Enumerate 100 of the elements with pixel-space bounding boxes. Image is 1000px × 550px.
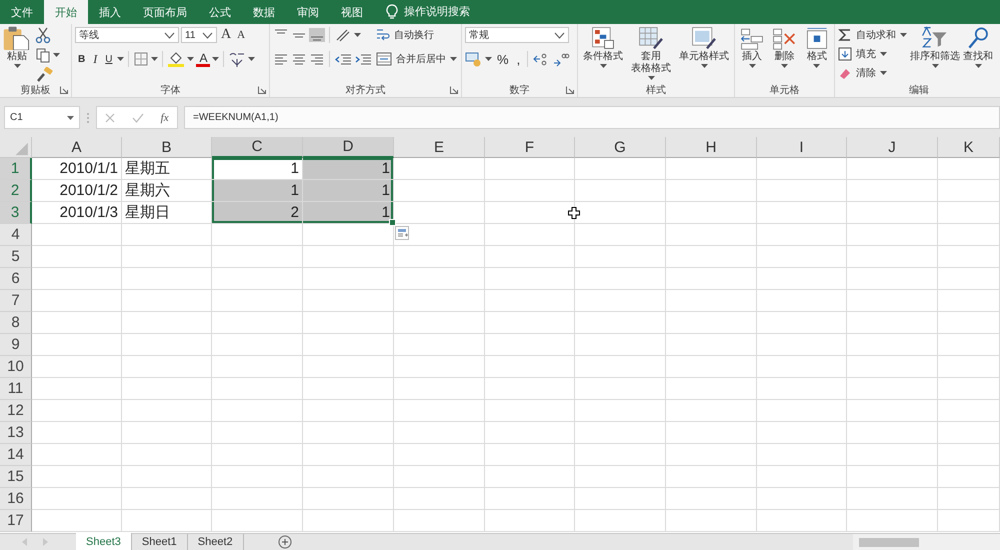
table-cell[interactable]	[575, 488, 666, 510]
sheet-tab[interactable]: Sheet2	[188, 534, 244, 550]
table-cell[interactable]	[212, 444, 303, 466]
table-cell[interactable]	[938, 488, 1000, 510]
column-header[interactable]: A	[32, 137, 122, 158]
table-cell[interactable]	[394, 488, 485, 510]
table-cell[interactable]: 2010/1/3	[32, 202, 122, 224]
format-painter-icon[interactable]	[35, 67, 53, 83]
table-cell[interactable]	[394, 202, 485, 224]
table-cell[interactable]	[757, 180, 847, 202]
ribbon-button[interactable]: 排序和筛选	[910, 26, 960, 68]
table-cell[interactable]	[575, 466, 666, 488]
table-cell[interactable]	[757, 334, 847, 356]
table-cell[interactable]	[212, 356, 303, 378]
border-icon[interactable]	[133, 51, 150, 67]
table-cell[interactable]	[122, 312, 212, 334]
table-cell[interactable]	[485, 378, 575, 400]
table-cell[interactable]: 2010/1/2	[32, 180, 122, 202]
column-header[interactable]: E	[394, 137, 485, 158]
table-cell[interactable]	[666, 444, 757, 466]
decrease-decimal-icon[interactable]	[552, 51, 570, 67]
formula-field[interactable]: =WEEKNUM(A1,1)	[184, 106, 1000, 129]
table-cell[interactable]	[847, 400, 938, 422]
column-header[interactable]: F	[485, 137, 575, 158]
table-cell[interactable]	[303, 312, 394, 334]
shrink-font-button[interactable]: A	[235, 29, 248, 41]
table-cell[interactable]	[666, 224, 757, 246]
table-cell[interactable]	[212, 312, 303, 334]
table-cell[interactable]	[122, 378, 212, 400]
table-cell[interactable]	[394, 378, 485, 400]
table-cell[interactable]	[938, 158, 1000, 180]
table-cell[interactable]	[394, 444, 485, 466]
row-header[interactable]: 17	[0, 510, 32, 532]
table-cell[interactable]	[847, 202, 938, 224]
table-cell[interactable]	[575, 356, 666, 378]
table-cell[interactable]	[122, 290, 212, 312]
ribbon-tab[interactable]: 数据	[242, 0, 286, 24]
caret-icon[interactable]	[53, 53, 60, 57]
align-left-icon[interactable]	[273, 52, 289, 66]
ribbon-button[interactable]: 合并后居中	[376, 52, 457, 66]
italic-button[interactable]: I	[90, 52, 100, 66]
table-cell[interactable]	[666, 334, 757, 356]
fill-color-icon[interactable]	[167, 51, 186, 67]
enter-icon[interactable]	[132, 112, 144, 122]
table-cell[interactable]	[485, 224, 575, 246]
ribbon-button[interactable]: 自动求和	[838, 28, 907, 42]
table-cell[interactable]	[485, 312, 575, 334]
underline-button[interactable]: U	[102, 54, 116, 64]
table-cell[interactable]	[757, 246, 847, 268]
table-cell[interactable]	[757, 510, 847, 532]
row-header[interactable]: 14	[0, 444, 32, 466]
sheet-tab[interactable]: Sheet3	[76, 533, 132, 550]
table-cell[interactable]	[938, 224, 1000, 246]
table-cell[interactable]: 2010/1/1	[32, 158, 122, 180]
column-header[interactable]: C	[212, 137, 303, 158]
caret-icon[interactable]	[151, 57, 158, 61]
table-cell[interactable]	[757, 202, 847, 224]
ribbon-button[interactable]: 单元格样式	[679, 26, 729, 68]
table-cell[interactable]	[575, 378, 666, 400]
table-cell[interactable]	[757, 268, 847, 290]
table-cell[interactable]	[847, 334, 938, 356]
search-field[interactable]: 操作说明搜索	[404, 6, 514, 18]
table-cell[interactable]	[212, 224, 303, 246]
phonetic-icon[interactable]	[228, 51, 246, 67]
column-header[interactable]: I	[757, 137, 847, 158]
table-cell[interactable]	[938, 466, 1000, 488]
column-header[interactable]: J	[847, 137, 938, 158]
table-cell[interactable]	[666, 356, 757, 378]
caret-icon[interactable]	[485, 57, 492, 61]
row-header[interactable]: 6	[0, 268, 32, 290]
table-cell[interactable]	[485, 356, 575, 378]
row-header[interactable]: 9	[0, 334, 32, 356]
add-sheet-icon[interactable]	[278, 535, 292, 549]
table-cell[interactable]	[32, 444, 122, 466]
scrollbar-thumb[interactable]	[859, 538, 919, 546]
table-cell[interactable]	[394, 224, 485, 246]
table-cell[interactable]	[303, 356, 394, 378]
copy-icon[interactable]	[35, 47, 51, 63]
table-cell[interactable]: 2	[212, 202, 303, 224]
table-cell[interactable]	[303, 466, 394, 488]
launcher-icon[interactable]	[258, 86, 266, 94]
table-cell[interactable]	[303, 488, 394, 510]
table-cell[interactable]	[847, 488, 938, 510]
table-cell[interactable]	[212, 378, 303, 400]
ribbon-tab[interactable]: 开始	[44, 0, 88, 24]
table-cell[interactable]	[666, 400, 757, 422]
table-cell[interactable]	[303, 268, 394, 290]
table-cell[interactable]	[122, 466, 212, 488]
table-cell[interactable]	[485, 422, 575, 444]
table-cell[interactable]	[575, 224, 666, 246]
ribbon-button[interactable]: 填充	[838, 46, 887, 60]
caret-icon[interactable]	[187, 57, 194, 61]
table-cell[interactable]	[394, 246, 485, 268]
fill-handle[interactable]	[389, 219, 396, 226]
table-cell[interactable]	[32, 466, 122, 488]
table-cell[interactable]	[666, 422, 757, 444]
table-cell[interactable]	[757, 378, 847, 400]
number-format-dropdown[interactable]: 常规	[465, 27, 569, 43]
cancel-icon[interactable]	[105, 112, 116, 122]
table-cell[interactable]	[847, 290, 938, 312]
